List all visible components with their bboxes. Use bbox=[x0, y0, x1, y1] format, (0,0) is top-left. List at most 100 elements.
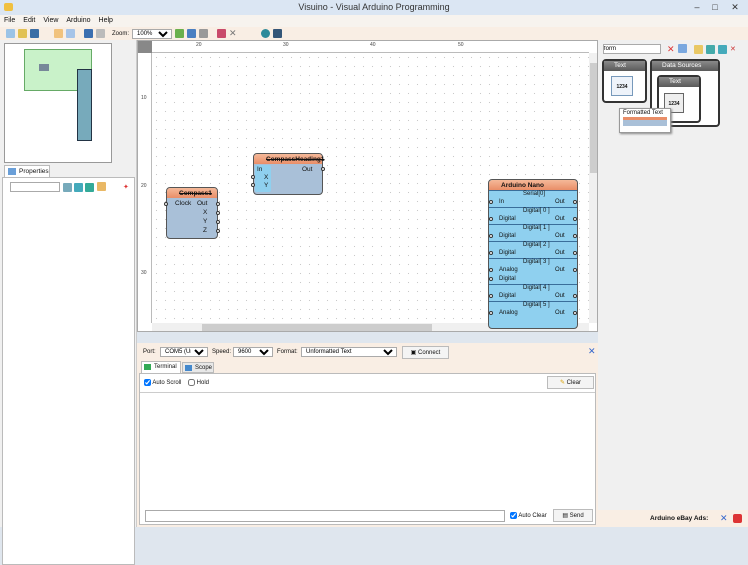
format-select[interactable]: Unformatted Text bbox=[301, 347, 397, 357]
x-pin[interactable]: X bbox=[203, 209, 207, 216]
menu-help[interactable]: Help bbox=[95, 15, 117, 27]
pin-connector[interactable] bbox=[489, 217, 493, 221]
pin-connector[interactable] bbox=[573, 251, 577, 255]
pin-connector[interactable] bbox=[321, 167, 325, 171]
send-button[interactable]: ▤ Send bbox=[553, 509, 593, 522]
tools-icon[interactable]: ✕ bbox=[588, 346, 596, 357]
x-pin[interactable]: X bbox=[264, 174, 268, 181]
collapse-all-icon[interactable] bbox=[718, 45, 727, 54]
zoom-in-icon[interactable] bbox=[175, 29, 185, 38]
zoom-out-icon[interactable] bbox=[187, 29, 197, 38]
output-pin[interactable]: Out bbox=[555, 216, 565, 222]
port-select[interactable]: COM5 (Unava bbox=[160, 347, 208, 357]
input-pin[interactable]: Analog bbox=[499, 267, 518, 273]
output-pin[interactable]: Out bbox=[555, 310, 565, 316]
maximize-button[interactable]: □ bbox=[708, 0, 722, 15]
grid-icon[interactable] bbox=[66, 29, 75, 38]
pin-connector[interactable] bbox=[489, 277, 493, 281]
diagram-preview[interactable] bbox=[4, 43, 112, 163]
expand-icon[interactable] bbox=[74, 183, 83, 192]
delete-icon[interactable]: ✕ bbox=[229, 29, 238, 38]
pin-connector[interactable] bbox=[573, 200, 577, 204]
arduino-nano-component[interactable]: Arduino Nano Serial[0] In Out Digital[ 0 ] D… bbox=[488, 179, 578, 329]
tab-scope[interactable]: Scope bbox=[182, 362, 214, 373]
pin-connector[interactable] bbox=[489, 200, 493, 204]
close-button[interactable]: ✕ bbox=[726, 0, 744, 15]
menu-arduino[interactable]: Arduino bbox=[62, 15, 94, 27]
pin-connector[interactable] bbox=[216, 220, 220, 224]
input-pin[interactable]: Digital bbox=[499, 216, 516, 222]
new-icon[interactable] bbox=[6, 29, 15, 38]
tools-icon[interactable]: ✕ bbox=[730, 45, 739, 54]
output-pin[interactable]: Out bbox=[555, 267, 565, 273]
palette-tile-text[interactable]: Text 1234 bbox=[602, 59, 647, 103]
input-pin[interactable]: Analog bbox=[499, 310, 518, 316]
y-pin[interactable]: Y bbox=[264, 182, 268, 189]
input-pin[interactable]: Digital bbox=[499, 250, 516, 256]
input-pin[interactable]: Digital bbox=[499, 233, 516, 239]
palette-search-input[interactable] bbox=[603, 44, 661, 54]
properties-search-input[interactable] bbox=[10, 182, 60, 192]
sort-icon[interactable] bbox=[97, 182, 106, 191]
filter-dropdown-icon[interactable] bbox=[678, 44, 687, 53]
output-pin[interactable]: Out bbox=[555, 293, 565, 299]
compile-icon[interactable] bbox=[217, 29, 227, 38]
pin-connector[interactable] bbox=[489, 268, 493, 272]
pin-connector[interactable] bbox=[251, 175, 255, 179]
pin-connector[interactable] bbox=[573, 268, 577, 272]
connect-button[interactable]: ▣ Connect bbox=[402, 346, 449, 359]
output-pin[interactable]: Out bbox=[555, 199, 565, 205]
pin-connector[interactable] bbox=[573, 217, 577, 221]
clock-pin[interactable]: Clock bbox=[175, 200, 191, 207]
board-icon[interactable] bbox=[273, 29, 283, 38]
folder-icon[interactable] bbox=[694, 45, 703, 54]
menu-edit[interactable]: Edit bbox=[19, 15, 39, 27]
y-pin[interactable]: Y bbox=[203, 218, 207, 225]
open-icon[interactable] bbox=[18, 29, 27, 38]
auto-clear-check[interactable] bbox=[510, 512, 517, 519]
minimize-button[interactable]: – bbox=[690, 0, 704, 15]
upload-icon[interactable] bbox=[261, 29, 271, 38]
vertical-scrollbar[interactable] bbox=[589, 53, 597, 323]
clear-button[interactable]: ✎ Clear bbox=[547, 376, 594, 389]
terminal-output[interactable] bbox=[140, 392, 595, 506]
redo-icon[interactable] bbox=[96, 29, 105, 38]
design-canvas[interactable]: 20 30 40 50 10 20 30 Compass1 Clock Out … bbox=[137, 40, 598, 332]
auto-clear-checkbox[interactable]: Auto Clear bbox=[510, 512, 547, 519]
out-pin[interactable]: Out bbox=[302, 166, 312, 173]
compass-component[interactable]: Compass1 Clock Out X Y Z bbox=[164, 187, 220, 239]
hold-check[interactable] bbox=[188, 379, 195, 386]
tab-properties[interactable]: Properties bbox=[4, 165, 50, 177]
expand-all-icon[interactable] bbox=[706, 45, 715, 54]
snap-icon[interactable] bbox=[54, 29, 63, 38]
pin-connector[interactable] bbox=[489, 251, 493, 255]
zoom-select[interactable]: 100% bbox=[132, 28, 173, 39]
z-pin[interactable]: Z bbox=[203, 227, 207, 234]
output-pin[interactable]: Out bbox=[555, 250, 565, 256]
output-pin[interactable]: Out bbox=[555, 233, 565, 239]
ads-tools-icon[interactable]: ✕ bbox=[720, 513, 728, 524]
auto-scroll-check[interactable] bbox=[144, 379, 151, 386]
text-component-icon[interactable]: 1234 bbox=[611, 76, 633, 96]
pin-connector[interactable] bbox=[216, 211, 220, 215]
pin-connector[interactable] bbox=[573, 311, 577, 315]
pin-connector[interactable] bbox=[251, 183, 255, 187]
compass-heading-component[interactable]: CompassHeading1 In X Y Out bbox=[251, 153, 325, 195]
ads-close-icon[interactable] bbox=[733, 514, 742, 523]
pin-connector[interactable] bbox=[489, 234, 493, 238]
pin-icon[interactable]: ✦ bbox=[123, 183, 132, 192]
pin-connector[interactable] bbox=[216, 229, 220, 233]
menu-file[interactable]: File bbox=[0, 15, 19, 27]
input-pin[interactable]: In bbox=[499, 199, 504, 205]
filter-icon[interactable] bbox=[63, 183, 72, 192]
pin-connector[interactable] bbox=[489, 294, 493, 298]
zoom-fit-icon[interactable] bbox=[199, 29, 209, 38]
auto-scroll-checkbox[interactable]: Auto Scroll bbox=[144, 379, 181, 386]
send-input[interactable] bbox=[145, 510, 505, 522]
collapse-icon[interactable] bbox=[85, 183, 94, 192]
tab-terminal[interactable]: Terminal bbox=[141, 361, 181, 373]
pin-connector[interactable] bbox=[489, 311, 493, 315]
undo-icon[interactable] bbox=[84, 29, 93, 38]
clear-search-icon[interactable]: ✕ bbox=[667, 45, 676, 54]
menu-view[interactable]: View bbox=[39, 15, 62, 27]
